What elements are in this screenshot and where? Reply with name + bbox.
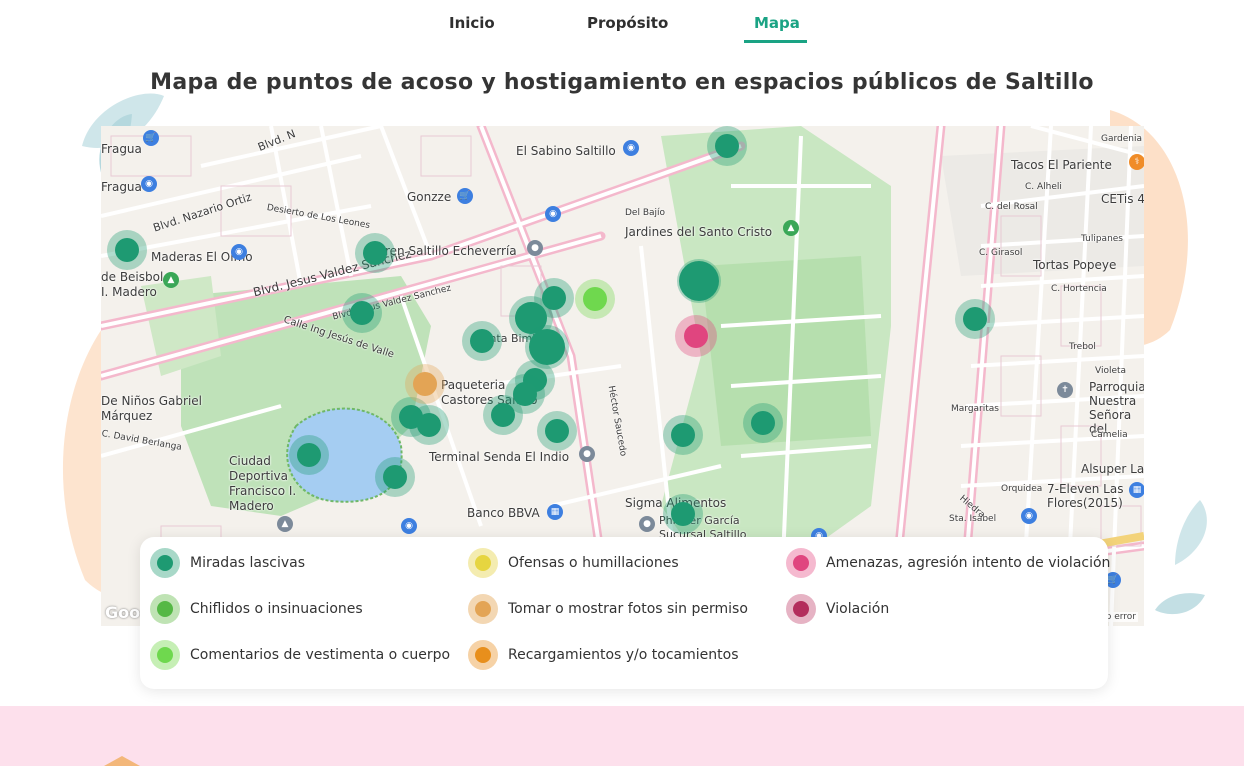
shopping-bag-icon: ◉ <box>623 140 639 156</box>
legend-dot <box>786 548 816 578</box>
legend-dot <box>468 640 498 670</box>
map-label: CETis 4 <box>1101 192 1144 206</box>
legend-item-violacion: Violación <box>786 593 889 625</box>
map-label: Banco BBVA <box>467 506 540 520</box>
marker-miradas-lascivas[interactable] <box>955 299 995 339</box>
map-label: Trebol <box>1069 342 1096 352</box>
legend-dot <box>150 548 180 578</box>
nav-link-proposito[interactable]: Propósito <box>587 14 668 32</box>
shopping-bag-icon: ◉ <box>545 206 561 222</box>
marker-miradas-lascivas[interactable] <box>743 403 783 443</box>
restaurant-icon: ⚕ <box>1129 154 1144 170</box>
marker-miradas-lascivas[interactable] <box>677 259 721 303</box>
marker-miradas-lascivas[interactable] <box>409 405 449 445</box>
map-label: de Beisbol I. Madero <box>101 270 164 299</box>
map-label: Violeta <box>1095 366 1127 376</box>
nav-link-inicio[interactable]: Inicio <box>449 14 495 32</box>
nav-link-mapa[interactable]: Mapa <box>754 14 800 32</box>
marker-recargamientos[interactable] <box>405 364 445 404</box>
marker-miradas-lascivas[interactable] <box>663 415 703 455</box>
map-label: Sta. Isabel <box>949 514 997 524</box>
shopping-cart-icon: 🛒 <box>457 188 473 204</box>
legend-item-chiflidos: Chiflidos o insinuaciones <box>150 593 363 625</box>
page-title: Mapa de puntos de acoso y hostigamiento … <box>150 70 1094 95</box>
map-label: Gonzze <box>407 190 452 204</box>
map-label: Del Bajío <box>625 208 666 218</box>
marker-miradas-lascivas[interactable] <box>342 293 382 333</box>
marker-miradas-lascivas[interactable] <box>462 321 502 361</box>
map-label: C. Hortencia <box>1051 284 1107 294</box>
legend-dot <box>150 640 180 670</box>
map-label: C. Alheli <box>1025 182 1062 192</box>
map-label: Margaritas <box>951 404 999 414</box>
legend-item-fotos: Tomar o mostrar fotos sin permiso <box>468 593 748 625</box>
marker-miradas-lascivas[interactable] <box>537 411 577 451</box>
map-legend: Miradas lascivas Chiflidos o insinuacion… <box>140 537 1110 689</box>
map-label: ren Saltillo Echeverría <box>385 244 517 258</box>
decorative-leaf-right <box>1155 500 1207 615</box>
shopping-cart-icon: 🛒 <box>143 130 159 146</box>
legend-label: Miradas lascivas <box>190 555 306 571</box>
active-tab-underline <box>744 40 807 43</box>
legend-label: Amenazas, agresión intento de violación <box>826 555 1111 571</box>
legend-label: Comentarios de vestimenta o cuerpo <box>190 647 451 663</box>
church-icon: ✝ <box>1057 382 1073 398</box>
shopping-bag-icon: ◉ <box>231 244 247 260</box>
legend-dot <box>150 594 180 624</box>
marker-comentarios-vestimenta[interactable] <box>575 279 615 319</box>
shopping-bag-icon: ◉ <box>141 176 157 192</box>
map-label: C. del Rosal <box>985 202 1038 212</box>
map-label: El Sabino Saltillo <box>516 144 616 158</box>
legend-dot <box>468 548 498 578</box>
top-navigation: Inicio Propósito Mapa <box>0 0 1244 48</box>
map-label: Terminal Senda El Indio <box>429 450 570 464</box>
legend-item-ofensas: Ofensas o humillaciones <box>468 547 679 579</box>
decorative-shape-icon <box>104 756 140 766</box>
map-label: Tulipanes <box>1081 234 1123 244</box>
marker-miradas-lascivas[interactable] <box>289 435 329 475</box>
location-pin-icon: ● <box>639 516 655 532</box>
legend-item-miradas-lascivas: Miradas lascivas <box>150 547 305 579</box>
map-label: Alsuper La <box>1081 462 1144 476</box>
map-label: Fragua <box>101 142 142 156</box>
legend-label: Recargamientos y/o tocamientos <box>508 647 739 663</box>
map-label: Tacos El Pariente <box>1011 158 1112 172</box>
park-icon: ▲ <box>163 272 179 288</box>
school-icon: ▲ <box>277 516 293 532</box>
store-icon: ▦ <box>1129 482 1144 498</box>
marker-amenazas[interactable] <box>675 315 717 357</box>
map-label: Gardenia <box>1101 134 1143 144</box>
park-icon: ▲ <box>783 220 799 236</box>
marker-miradas-lascivas[interactable] <box>107 230 147 270</box>
marker-miradas-lascivas[interactable] <box>375 457 415 497</box>
legend-label: Violación <box>826 601 890 617</box>
marker-miradas-lascivas[interactable] <box>483 395 523 435</box>
marker-miradas-lascivas[interactable] <box>355 233 395 273</box>
map-label: Jardines del Santo Cristo <box>625 225 773 239</box>
legend-label: Chiflidos o insinuaciones <box>190 601 363 617</box>
bank-icon: ▦ <box>547 504 563 520</box>
map-label: Tortas Popeye <box>1033 258 1117 272</box>
map-label: Parroquia Nuestra Señora del <box>1089 380 1144 436</box>
map-label: C. Girasol <box>979 248 1023 258</box>
legend-item-amenazas: Amenazas, agresión intento de violación <box>786 547 1110 579</box>
legend-dot <box>786 594 816 624</box>
marker-miradas-lascivas[interactable] <box>663 494 703 534</box>
legend-label: Tomar o mostrar fotos sin permiso <box>508 601 748 617</box>
shopping-bag-icon: ◉ <box>1021 508 1037 524</box>
legend-item-comentarios: Comentarios de vestimenta o cuerpo <box>150 639 450 671</box>
map-label: Orquidea <box>1001 484 1043 494</box>
map-label: Fragua <box>101 180 142 194</box>
legend-item-recargamientos: Recargamientos y/o tocamientos <box>468 639 739 671</box>
legend-dot <box>468 594 498 624</box>
location-pin-icon: ● <box>527 240 543 256</box>
map-label: Camelia <box>1091 430 1128 440</box>
location-pin-icon: ● <box>579 446 595 462</box>
map-label: De Niños Gabriel Márquez <box>101 394 203 423</box>
shopping-bag-icon: ◉ <box>401 518 417 534</box>
marker-miradas-lascivas[interactable] <box>707 126 747 166</box>
legend-label: Ofensas o humillaciones <box>508 555 679 571</box>
next-section-background <box>0 706 1244 766</box>
